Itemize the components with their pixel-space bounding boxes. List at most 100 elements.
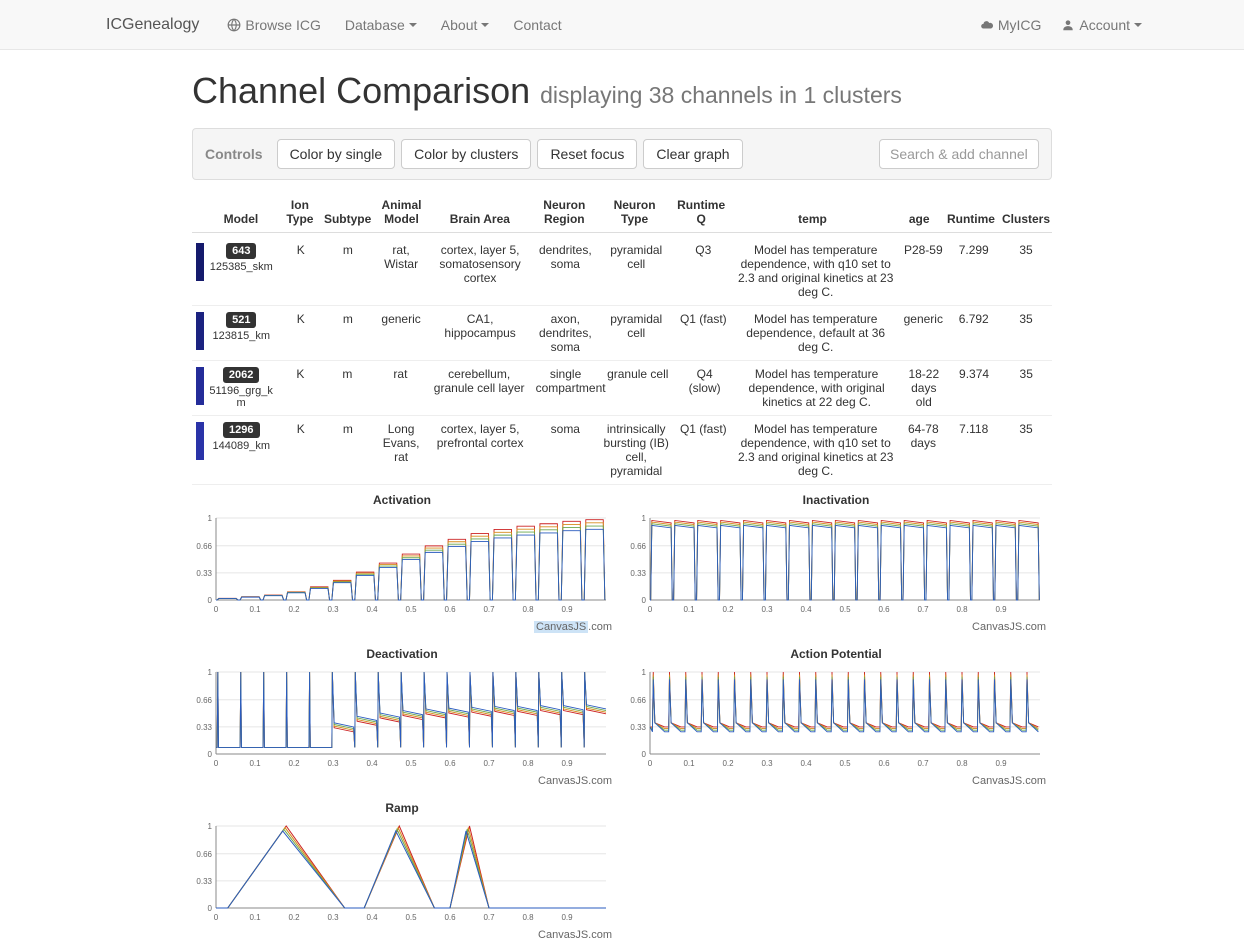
table-row[interactable]: 643 125385_skm K m rat, Wistar cortex, l… — [192, 237, 1052, 306]
chart[interactable]: Inactivation 00.330.66100.10.20.30.40.50… — [626, 493, 1046, 633]
controls-label: Controls — [205, 146, 263, 162]
nav-account[interactable]: Account — [1051, 5, 1152, 45]
th-model[interactable]: Model — [202, 212, 280, 226]
chart-credit[interactable]: CanvasJS.com — [192, 929, 612, 941]
chart-canvas[interactable]: 00.330.66100.10.20.30.40.50.60.70.80.9 — [192, 663, 612, 773]
chart-canvas[interactable]: 00.330.66100.10.20.30.40.50.60.70.80.9 — [626, 509, 1046, 619]
chart[interactable]: Deactivation 00.330.66100.10.20.30.40.50… — [192, 647, 612, 787]
svg-text:1: 1 — [642, 668, 647, 677]
th-brain[interactable]: Brain Area — [428, 212, 532, 226]
navbar: ICGenealogy Browse ICG Database About Co… — [0, 0, 1244, 50]
cell-ntype: granule cell — [600, 367, 676, 381]
svg-text:0.8: 0.8 — [522, 913, 534, 922]
cell-runtime-q: Q1 (fast) — [675, 422, 733, 436]
cell-ntype: pyramidal cell — [598, 312, 675, 340]
cell-temp: Model has temperature dependence, with o… — [733, 367, 900, 409]
svg-text:0.1: 0.1 — [249, 913, 261, 922]
svg-text:0.8: 0.8 — [522, 605, 534, 614]
cell-clusters: 35 — [1000, 312, 1052, 326]
svg-text:0.4: 0.4 — [800, 759, 812, 768]
table-row[interactable]: 2062 51196_grg_km K m rat cerebellum, gr… — [192, 361, 1052, 416]
chart-credit[interactable]: CanvasJS.com — [626, 621, 1046, 633]
color-by-single-button[interactable]: Color by single — [277, 139, 396, 169]
cell-runtime: 9.374 — [948, 367, 1001, 381]
cell-age: generic — [899, 312, 947, 326]
svg-text:0.1: 0.1 — [249, 605, 261, 614]
cell-ion: K — [281, 312, 321, 326]
model-badge[interactable]: 2062 — [223, 367, 259, 383]
nav-browse-label: Browse ICG — [245, 17, 320, 33]
chart[interactable]: Activation 00.330.66100.10.20.30.40.50.6… — [192, 493, 612, 633]
svg-text:0.7: 0.7 — [917, 759, 929, 768]
svg-text:0.66: 0.66 — [196, 850, 212, 859]
cell-animal: generic — [375, 312, 428, 326]
chart-title: Deactivation — [192, 647, 612, 661]
nav-browse[interactable]: Browse ICG — [217, 5, 330, 45]
svg-text:0.5: 0.5 — [405, 759, 417, 768]
reset-focus-button[interactable]: Reset focus — [537, 139, 637, 169]
svg-text:0: 0 — [208, 904, 213, 913]
th-animal[interactable]: Animal Model — [375, 198, 427, 226]
cell-animal: Long Evans, rat — [375, 422, 428, 464]
svg-text:0.9: 0.9 — [561, 759, 573, 768]
model-badge[interactable]: 643 — [226, 243, 256, 259]
svg-text:0.4: 0.4 — [800, 605, 812, 614]
clear-graph-button[interactable]: Clear graph — [643, 139, 742, 169]
svg-text:0.6: 0.6 — [878, 605, 890, 614]
th-temp[interactable]: temp — [730, 212, 896, 226]
svg-text:1: 1 — [642, 514, 647, 523]
color-by-clusters-button[interactable]: Color by clusters — [401, 139, 531, 169]
svg-text:0.1: 0.1 — [683, 759, 695, 768]
model-badge[interactable]: 521 — [226, 312, 256, 328]
nav-about[interactable]: About — [431, 5, 500, 45]
cell-runtime-q: Q4 (slow) — [676, 367, 733, 395]
controls-panel: Controls Color by single Color by cluste… — [192, 128, 1052, 180]
nav-database[interactable]: Database — [335, 5, 427, 45]
svg-text:0.6: 0.6 — [444, 605, 456, 614]
th-subtype[interactable]: Subtype — [320, 212, 375, 226]
search-input[interactable] — [879, 139, 1039, 169]
th-region[interactable]: Neuron Region — [532, 198, 597, 226]
chart-canvas[interactable]: 00.330.66100.10.20.30.40.50.60.70.80.9 — [626, 663, 1046, 773]
cell-temp: Model has temperature dependence, with q… — [732, 422, 899, 478]
th-ion[interactable]: Ion Type — [280, 198, 320, 226]
th-age[interactable]: age — [895, 212, 943, 226]
svg-text:0.2: 0.2 — [288, 913, 300, 922]
cell-clusters: 35 — [1000, 367, 1052, 381]
cell-brain: CA1, hippocampus — [427, 312, 532, 340]
table-row[interactable]: 1296 144089_km K m Long Evans, rat corte… — [192, 416, 1052, 485]
chart-credit[interactable]: CanvasJS.com — [192, 621, 612, 633]
th-runtime-q[interactable]: Runtime Q — [673, 198, 730, 226]
svg-text:0: 0 — [208, 596, 213, 605]
model-badge[interactable]: 1296 — [223, 422, 259, 438]
chart[interactable]: Ramp 00.330.66100.10.20.30.40.50.60.70.8… — [192, 801, 612, 941]
nav-myicg-label: MyICG — [998, 17, 1042, 33]
nav-myicg[interactable]: MyICG — [970, 5, 1052, 45]
page-header: Channel Comparison displaying 38 channel… — [192, 70, 1052, 112]
svg-text:0.4: 0.4 — [366, 759, 378, 768]
svg-text:0: 0 — [642, 596, 647, 605]
svg-text:1: 1 — [208, 514, 213, 523]
brand[interactable]: ICGenealogy — [92, 4, 213, 46]
th-runtime[interactable]: Runtime — [943, 212, 998, 226]
chart-title: Inactivation — [626, 493, 1046, 507]
svg-text:0.3: 0.3 — [327, 605, 339, 614]
svg-text:0: 0 — [648, 759, 653, 768]
chart-title: Ramp — [192, 801, 612, 815]
table-row[interactable]: 521 123815_km K m generic CA1, hippocamp… — [192, 306, 1052, 361]
chart-credit[interactable]: CanvasJS.com — [626, 775, 1046, 787]
svg-text:0.66: 0.66 — [196, 696, 212, 705]
model-name: 144089_km — [206, 440, 277, 452]
chart-canvas[interactable]: 00.330.66100.10.20.30.40.50.60.70.80.9 — [192, 817, 612, 927]
chart-credit[interactable]: CanvasJS.com — [192, 775, 612, 787]
svg-text:0: 0 — [214, 759, 219, 768]
cell-ntype: intrinsically bursting (IB) cell, pyrami… — [598, 422, 675, 478]
nav-contact[interactable]: Contact — [503, 5, 571, 45]
th-ntype[interactable]: Neuron Type — [597, 198, 673, 226]
svg-text:0.9: 0.9 — [995, 605, 1007, 614]
svg-text:0.33: 0.33 — [196, 723, 212, 732]
chart-canvas[interactable]: 00.330.66100.10.20.30.40.50.60.70.80.9 — [192, 509, 612, 619]
th-clusters[interactable]: Clusters — [998, 212, 1052, 226]
chart[interactable]: Action Potential 00.330.66100.10.20.30.4… — [626, 647, 1046, 787]
svg-text:0.9: 0.9 — [561, 913, 573, 922]
